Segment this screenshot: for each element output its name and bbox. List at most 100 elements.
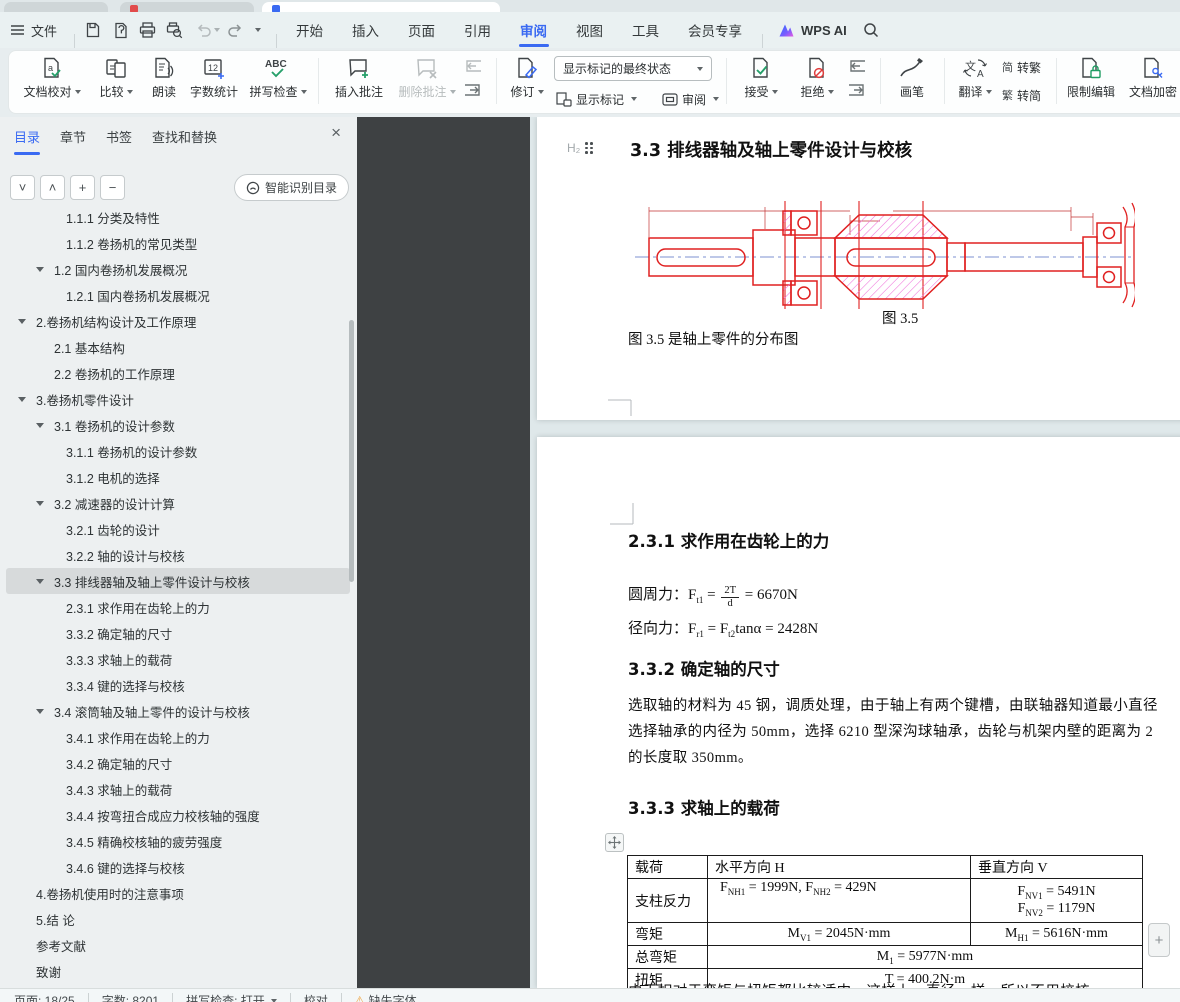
toc-item[interactable]: 3.4 滚筒轴及轴上零件的设计与校核 — [6, 698, 350, 724]
menu-tab-5[interactable]: 审阅 — [520, 12, 547, 48]
toc-item[interactable]: 3.2.2 轴的设计与校核 — [6, 542, 350, 568]
insert-comment-button[interactable]: 插入批注 — [328, 54, 390, 110]
menu-tab-8[interactable]: 会员专享 — [688, 12, 742, 48]
menu-tab-4[interactable]: 引用 — [464, 12, 491, 48]
toc-item[interactable]: 2.1 基本结构 — [6, 334, 350, 360]
reject-button[interactable]: 拒绝 — [792, 54, 842, 110]
next-comment-button[interactable] — [462, 82, 484, 100]
sidebar-tab[interactable]: 书签 — [106, 127, 132, 155]
toc-item[interactable]: 3.2.1 齿轮的设计 — [6, 516, 350, 542]
undo-caret-icon[interactable] — [214, 28, 220, 32]
word-count-button[interactable]: 12 字数统计 — [186, 54, 242, 110]
missing-font-warning[interactable]: ⚠ 缺失字体 — [355, 992, 417, 1002]
toc-item[interactable]: 3.4.3 求轴上的载荷 — [6, 776, 350, 802]
toc-item[interactable]: 致谢 — [6, 958, 350, 980]
review-button[interactable]: 审阅 — [662, 89, 720, 109]
toc-item[interactable]: 1.1.2 卷扬机的常见类型 — [6, 230, 350, 256]
spellcheck-indicator[interactable]: 拼写检查: 打开 — [186, 992, 277, 1002]
sidebar-tab[interactable]: 章节 — [60, 127, 86, 155]
read-aloud-button[interactable]: 朗读 — [144, 54, 184, 110]
toc-item[interactable]: 1.2.1 国内卷扬机发展概况 — [6, 282, 350, 308]
print-preview-button[interactable] — [165, 12, 183, 48]
toc-item[interactable]: 3.3.4 键的选择与校核 — [6, 672, 350, 698]
file-menu-label[interactable]: 文件 — [31, 21, 57, 40]
compare-button[interactable]: 比较 — [90, 54, 142, 110]
toc-item[interactable]: 3.卷扬机零件设计 — [6, 386, 350, 412]
document-page-1[interactable]: H₂ 3.3 排线器轴及轴上零件设计与校核 图 3.5 图 3.5 是轴上零件的… — [537, 117, 1180, 420]
restrict-edit-button[interactable]: 限制编辑 — [1062, 54, 1120, 110]
proofread-button[interactable]: a 文档校对 — [18, 54, 86, 110]
toc-item[interactable]: 2.2 卷扬机的工作原理 — [6, 360, 350, 386]
toc-item[interactable]: 3.3.3 求轴上的载荷 — [6, 646, 350, 672]
undo-button[interactable] — [196, 12, 220, 48]
word-count-indicator[interactable]: 字数: 8201 — [102, 992, 159, 1002]
expand-arrow-icon[interactable] — [36, 708, 54, 714]
sidebar-tab[interactable]: 查找和替换 — [152, 127, 217, 155]
delete-comment-button[interactable]: 删除批注 — [394, 54, 460, 110]
sidebar-tab[interactable]: 目录 — [14, 127, 41, 155]
encrypt-button[interactable]: 文档加密 — [1124, 54, 1180, 110]
previous-comment-button[interactable] — [462, 58, 484, 76]
toc-item[interactable]: 3.3 排线器轴及轴上零件设计与校核 — [6, 568, 350, 594]
close-icon[interactable]: × — [331, 123, 341, 143]
print-button[interactable] — [138, 12, 156, 48]
wps-ai-button[interactable]: WPS AI — [778, 12, 847, 48]
search-button[interactable] — [862, 12, 880, 48]
document-page-2[interactable]: 2.3.1 求作用在齿轮上的力 圆周力：Ft1 = 2T d = 6670N 径向… — [537, 437, 1180, 988]
collapse-next-button[interactable]: ˅ — [10, 175, 35, 200]
to-traditional-button[interactable]: 简 转繁 — [1002, 57, 1041, 77]
heading-level-badge[interactable]: H₂ — [567, 141, 593, 155]
expand-arrow-icon[interactable] — [36, 500, 54, 506]
menu-tab-6[interactable]: 视图 — [576, 12, 603, 48]
pen-button[interactable]: 画笔 — [890, 54, 934, 110]
toc-item[interactable]: 2.3.1 求作用在齿轮上的力 — [6, 594, 350, 620]
menu-tab-7[interactable]: 工具 — [632, 12, 659, 48]
toc-item[interactable]: 3.4.5 精确校核轴的疲劳强度 — [6, 828, 350, 854]
main-menu-button[interactable]: 文件 — [10, 12, 57, 48]
collapse-all-button[interactable]: − — [100, 175, 125, 200]
expand-prev-button[interactable]: ˄ — [40, 175, 65, 200]
next-change-button[interactable] — [846, 82, 868, 100]
smart-toc-button[interactable]: 智能识别目录 — [233, 174, 349, 201]
menu-tab-1[interactable]: 开始 — [296, 12, 323, 48]
toc-item[interactable]: 3.4.6 键的选择与校核 — [6, 854, 350, 880]
markup-state-dropdown[interactable]: 显示标记的最终状态 — [554, 56, 712, 81]
to-simplified-button[interactable]: 繁 转简 — [1002, 85, 1041, 105]
page-indicator[interactable]: 页面: 18/25 — [14, 992, 75, 1002]
proofread-status[interactable]: 校对 — [304, 992, 328, 1002]
add-table-column-button[interactable]: + — [1148, 923, 1170, 957]
menu-tab-3[interactable]: 页面 — [408, 12, 435, 48]
toc-item[interactable]: 1.1.1 分类及特性 — [6, 212, 350, 230]
toc-item[interactable]: 参考文献 — [6, 932, 350, 958]
spell-check-button[interactable]: ABC 拼写检查 — [244, 54, 312, 110]
expand-arrow-icon[interactable] — [18, 396, 36, 402]
expand-arrow-icon[interactable] — [36, 422, 54, 428]
toc-item[interactable]: 3.1 卷扬机的设计参数 — [6, 412, 350, 438]
show-markup-button[interactable]: 显示标记 — [556, 89, 638, 109]
table-move-handle[interactable] — [605, 833, 624, 852]
toc-item[interactable]: 4.卷扬机使用时的注意事项 — [6, 880, 350, 906]
toc-item[interactable]: 1.2 国内卷扬机发展概况 — [6, 256, 350, 282]
previous-change-button[interactable] — [846, 58, 868, 76]
toc-item[interactable]: 3.4.1 求作用在齿轮上的力 — [6, 724, 350, 750]
save-button[interactable] — [84, 12, 102, 48]
toc-item[interactable]: 3.4.4 按弯扭合成应力校核轴的强度 — [6, 802, 350, 828]
expand-arrow-icon[interactable] — [36, 578, 54, 584]
expand-arrow-icon[interactable] — [18, 318, 36, 324]
redo-button[interactable] — [228, 12, 243, 48]
track-changes-button[interactable]: 修订 — [504, 54, 550, 110]
toc-item[interactable]: 5.结 论 — [6, 906, 350, 932]
expand-arrow-icon[interactable] — [36, 266, 54, 272]
sidebar-scrollbar[interactable] — [349, 320, 354, 582]
more-actions-button[interactable] — [252, 12, 261, 48]
toc-item[interactable]: 3.1.1 卷扬机的设计参数 — [6, 438, 350, 464]
toc-item[interactable]: 3.3.2 确定轴的尺寸 — [6, 620, 350, 646]
toc-item[interactable]: 3.4.2 确定轴的尺寸 — [6, 750, 350, 776]
toc-item[interactable]: 3.2 减速器的设计计算 — [6, 490, 350, 516]
expand-all-button[interactable]: + — [70, 175, 95, 200]
toc-item[interactable]: 2.卷扬机结构设计及工作原理 — [6, 308, 350, 334]
menu-tab-2[interactable]: 插入 — [352, 12, 379, 48]
translate-button[interactable]: 文A 翻译 — [952, 54, 998, 110]
export-pdf-button[interactable] — [111, 12, 129, 48]
accept-button[interactable]: 接受 — [736, 54, 786, 110]
